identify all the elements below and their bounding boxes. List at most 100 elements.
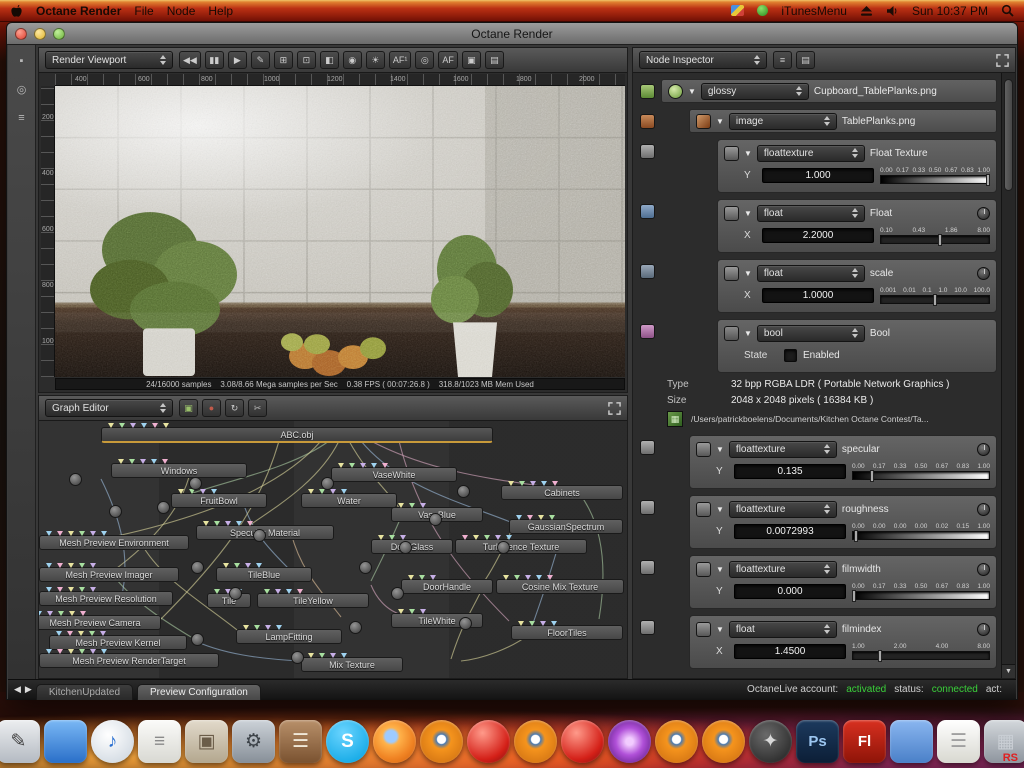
node-gaussianspectrum[interactable]: GaussianSpectrum: [509, 515, 623, 534]
dock-blender-4-icon[interactable]: [702, 720, 745, 763]
material-orb[interactable]: [189, 477, 202, 490]
collapse-icon[interactable]: ▼: [744, 269, 752, 278]
node-cosine-mix-texture[interactable]: Cosine Mix Texture: [496, 575, 624, 594]
dial-icon[interactable]: [977, 562, 990, 576]
list-view-icon[interactable]: ≡: [773, 51, 792, 69]
camera-icon[interactable]: ◎: [17, 83, 27, 96]
slider-thumb[interactable]: [853, 529, 858, 542]
dock-skype-icon[interactable]: S: [326, 720, 369, 763]
display-menu-icon[interactable]: [731, 5, 745, 16]
material-orb[interactable]: [321, 477, 334, 490]
material-orb[interactable]: [253, 529, 266, 542]
lock-icon[interactable]: ▣: [461, 51, 481, 69]
dock-photoshop-icon[interactable]: Ps: [796, 720, 839, 763]
tab-kitchenupdated[interactable]: KitchenUpdated: [35, 683, 134, 700]
inspector-selector-dropdown[interactable]: Node Inspector: [639, 51, 767, 69]
stepper-icon[interactable]: [851, 148, 858, 158]
menu-file[interactable]: File: [134, 4, 153, 18]
glossy-dropdown[interactable]: glossy: [700, 82, 809, 100]
dock-flash-icon[interactable]: Fl: [843, 720, 886, 763]
collapse-icon[interactable]: ▼: [688, 87, 696, 96]
material-picker-icon[interactable]: ◉: [342, 51, 362, 69]
pin-icon[interactable]: [640, 500, 655, 515]
dock-blender-1-icon[interactable]: [420, 720, 463, 763]
material-orb[interactable]: [459, 617, 472, 630]
floattexture-dropdown[interactable]: floattexture: [728, 500, 837, 518]
autofocus-2-icon[interactable]: AF: [438, 51, 458, 69]
slider-thumb[interactable]: [870, 469, 875, 482]
dock-red-sphere-2-icon[interactable]: [561, 720, 604, 763]
dial-icon[interactable]: [977, 622, 990, 636]
dock-red-sphere-1-icon[interactable]: [467, 720, 510, 763]
node-turbulence-texture[interactable]: Turbulence Texture: [455, 535, 587, 554]
new-node-icon[interactable]: ▣: [179, 399, 198, 417]
stepper-icon[interactable]: [823, 624, 830, 634]
slider-thumb[interactable]: [852, 589, 857, 602]
material-orb[interactable]: [349, 621, 362, 634]
list-icon[interactable]: ≡: [18, 112, 24, 124]
slider-track[interactable]: [852, 649, 990, 662]
stepper-icon[interactable]: [160, 403, 166, 413]
minimize-button[interactable]: [34, 27, 46, 40]
dock-system-preferences-icon[interactable]: ⚙: [232, 720, 275, 763]
layers-icon[interactable]: ◧: [319, 51, 339, 69]
pin-icon[interactable]: [640, 324, 655, 339]
dock-ichat-icon[interactable]: [44, 720, 87, 763]
restart-icon[interactable]: ◀◀: [179, 51, 201, 69]
node-tileblue[interactable]: TileBlue: [216, 563, 312, 582]
value-field[interactable]: 1.0000: [762, 287, 874, 303]
play-icon[interactable]: ▶: [227, 51, 247, 69]
pin-icon[interactable]: [640, 560, 655, 575]
app-menu-title[interactable]: Octane Render: [36, 4, 121, 18]
inspector-scrollbar[interactable]: ▼: [1001, 73, 1015, 678]
dock-quicksilver-icon[interactable]: ✦: [749, 720, 792, 763]
node-floortiles[interactable]: FloorTiles: [511, 621, 623, 640]
float-dropdown[interactable]: float: [756, 204, 865, 222]
window-title-bar[interactable]: Octane Render: [7, 23, 1017, 45]
menu-clock[interactable]: Sun 10:37 PM: [912, 4, 988, 18]
stepper-icon[interactable]: [851, 268, 858, 278]
eject-icon[interactable]: [860, 5, 873, 17]
node-mix-texture[interactable]: Mix Texture: [301, 653, 403, 672]
value-field[interactable]: 0.000: [734, 583, 846, 599]
pin-icon[interactable]: [640, 114, 655, 129]
node-mesh-preview-environment[interactable]: Mesh Preview Environment: [39, 531, 189, 550]
stepper-icon[interactable]: [823, 504, 830, 514]
value-field[interactable]: 1.4500: [734, 643, 846, 659]
floattexture-dropdown[interactable]: floattexture: [728, 440, 837, 458]
autofocus-1-icon[interactable]: AF¹: [388, 51, 412, 69]
dock-firefox-icon[interactable]: [373, 720, 416, 763]
graph-selector-dropdown[interactable]: Graph Editor: [45, 399, 173, 417]
menu-help[interactable]: Help: [208, 4, 233, 18]
dock-blender-3-icon[interactable]: [655, 720, 698, 763]
node-lampfitting[interactable]: LampFitting: [236, 625, 342, 644]
stepper-icon[interactable]: [851, 208, 858, 218]
dock-address-book-icon[interactable]: ☰: [279, 720, 322, 763]
pin-icon[interactable]: [640, 144, 655, 159]
bool-dropdown[interactable]: bool: [756, 324, 865, 342]
tab-preview-configuration[interactable]: Preview Configuration: [137, 683, 261, 700]
dial-icon[interactable]: [977, 502, 990, 516]
dock-graphics-tablet-icon[interactable]: ✎: [0, 720, 40, 763]
stepper-icon[interactable]: [795, 86, 802, 96]
material-orb[interactable]: [359, 561, 372, 574]
pin-icon[interactable]: [640, 84, 655, 99]
dock-notes-icon[interactable]: ☰: [937, 720, 980, 763]
collapse-icon[interactable]: ▼: [716, 505, 724, 514]
node-graph-canvas[interactable]: ABC.obj Windows VaseWhite Cabinets FruitBowl…: [39, 421, 627, 678]
volume-icon[interactable]: [886, 5, 899, 17]
pin-icon[interactable]: [640, 440, 655, 455]
collapse-icon[interactable]: ▼: [744, 149, 752, 158]
scrollbar-thumb[interactable]: [1004, 79, 1013, 191]
dial-icon[interactable]: [977, 442, 990, 456]
texture-thumbnail-icon[interactable]: ▦: [667, 411, 683, 427]
collapse-icon[interactable]: ▼: [716, 117, 724, 126]
material-orb[interactable]: [429, 513, 442, 526]
material-orb[interactable]: [457, 485, 470, 498]
tab-scroll-left-icon[interactable]: ◀: [14, 684, 21, 695]
node-tileyellow[interactable]: TileYellow: [257, 589, 369, 608]
menu-node[interactable]: Node: [167, 4, 196, 18]
floattexture-dropdown[interactable]: floattexture: [728, 560, 837, 578]
material-orb[interactable]: [157, 501, 170, 514]
value-field[interactable]: 0.135: [734, 463, 846, 479]
